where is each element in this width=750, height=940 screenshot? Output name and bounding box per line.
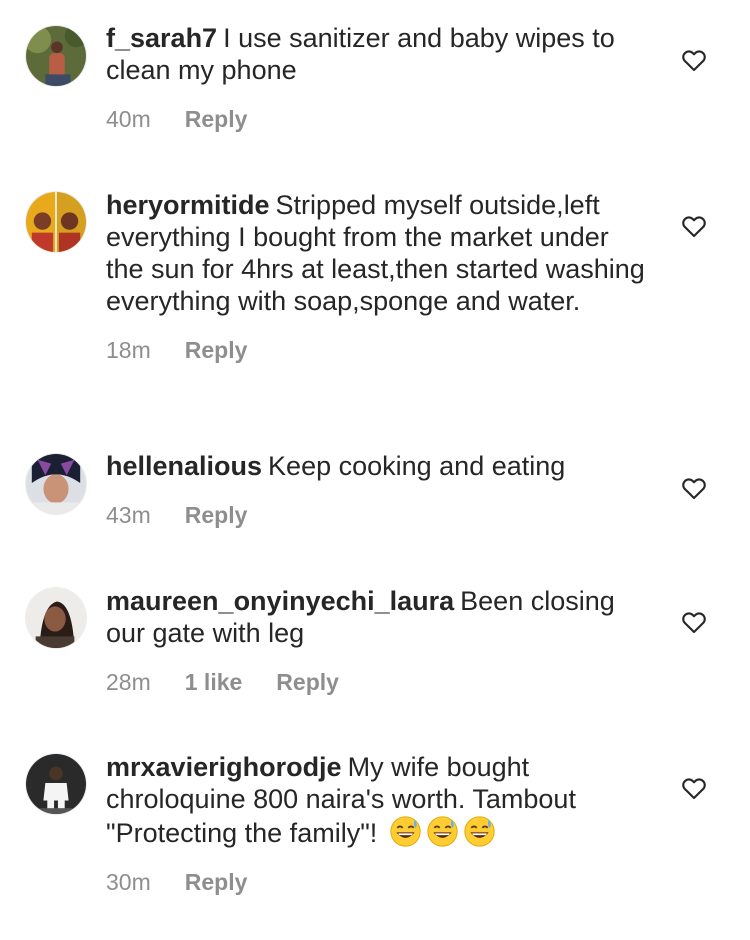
avatar[interactable] [25,191,87,253]
comment-body: Keep cooking and eating [268,451,566,481]
reply-button[interactable]: Reply [185,106,248,133]
comment-meta: 30m Reply [106,869,646,896]
comment-time: 30m [106,869,151,895]
comment-time: 28m [106,669,151,695]
comment-text: hellenalious Keep cooking and eating [106,450,646,482]
comment-username[interactable]: heryormitide [106,190,270,220]
avatar[interactable] [25,587,87,649]
likes-count[interactable]: 1 like [185,669,243,696]
comment-meta: 43m Reply [106,502,646,529]
comment-username[interactable]: mrxavierighorodje [106,752,342,782]
comment-meta: 40m Reply [106,106,646,133]
reply-button[interactable]: Reply [185,869,248,896]
comment-text: maureen_onyinyechi_laura Been closing our… [106,585,646,649]
comments-list: f_sarah7 I use sanitizer and baby wipes t… [0,0,750,940]
comment-time: 43m [106,502,151,528]
heart-outline-icon[interactable] [680,774,708,802]
comment-time: 18m [106,337,151,363]
comment-username[interactable]: maureen_onyinyechi_laura [106,586,454,616]
reply-button[interactable]: Reply [276,669,339,696]
comment-username[interactable]: f_sarah7 [106,23,217,53]
heart-outline-icon[interactable] [680,212,708,240]
heart-outline-icon[interactable] [680,608,708,636]
reply-button[interactable]: Reply [185,337,248,364]
comment-meta: 18m Reply [106,337,646,364]
comment-text: heryormitide Stripped myself outside,left… [106,189,646,317]
comment-time: 40m [106,106,151,132]
emoji-group [377,816,496,848]
comment-meta: 28m 1 like Reply [106,669,646,696]
grinning-sweat-emoji [464,816,495,847]
avatar[interactable] [25,25,87,87]
reply-button[interactable]: Reply [185,502,248,529]
avatar[interactable] [25,453,87,515]
comment-username[interactable]: hellenalious [106,451,262,481]
heart-outline-icon[interactable] [680,474,708,502]
grinning-sweat-emoji [390,816,421,847]
comment-text: mrxavierighorodje My wife bought chroloqu… [106,751,646,849]
avatar[interactable] [25,753,87,815]
comment-text: f_sarah7 I use sanitizer and baby wipes t… [106,22,646,86]
grinning-sweat-emoji [427,816,458,847]
heart-outline-icon[interactable] [680,46,708,74]
